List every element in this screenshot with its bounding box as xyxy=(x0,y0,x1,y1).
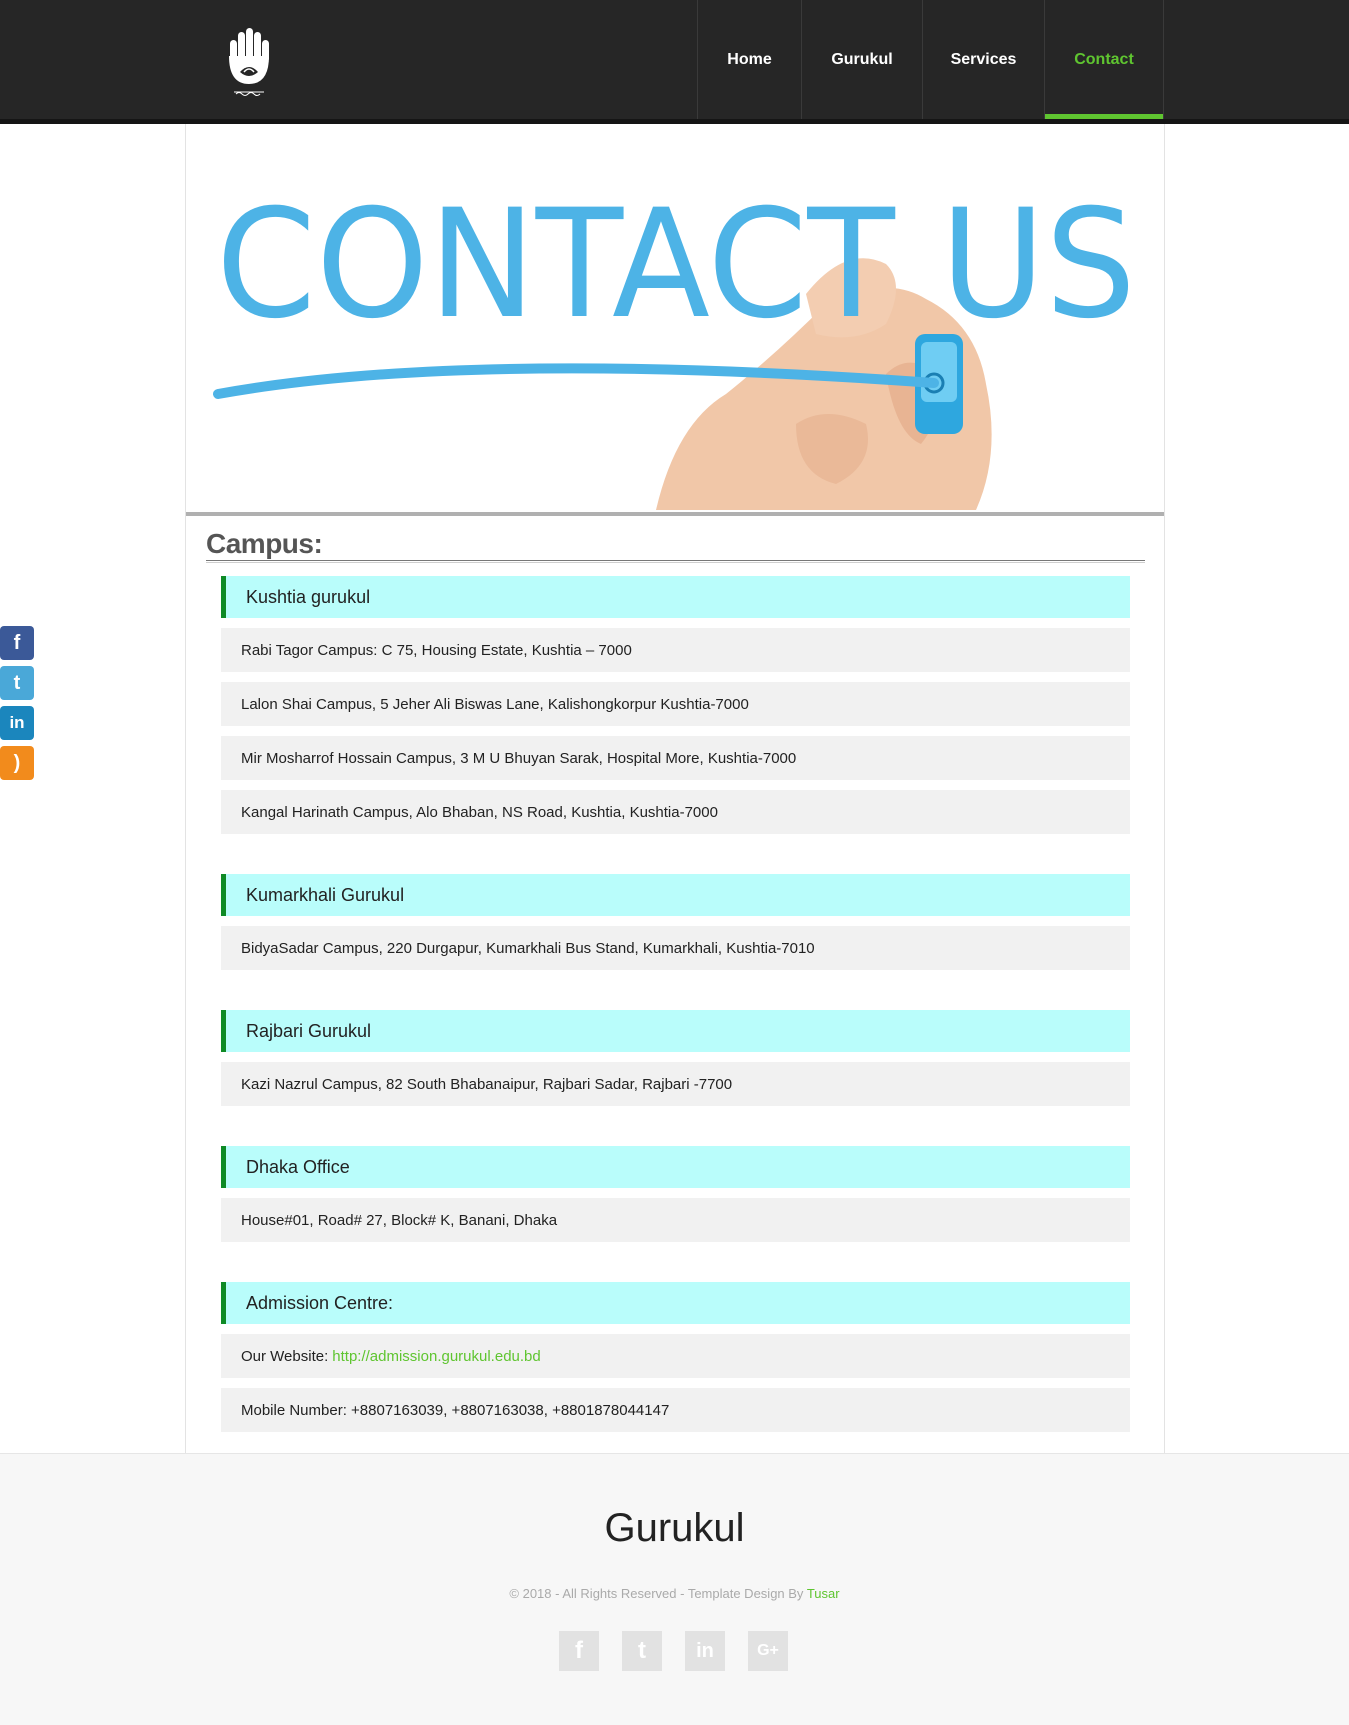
contact-us-heading: CONTACT US xyxy=(216,178,1136,352)
group-heading-kumarkhali: Kumarkhali Gurukul xyxy=(221,874,1130,916)
footer-title: Gurukul xyxy=(604,1506,745,1550)
main-nav: Home Gurukul Services Contact xyxy=(697,0,1164,119)
facebook-icon[interactable]: f xyxy=(0,626,34,660)
footer-copyright: © 2018 - All Rights Reserved - Template … xyxy=(0,1586,1349,1601)
footer-social-links: f t in G+ xyxy=(559,1631,788,1671)
nav-services[interactable]: Services xyxy=(923,0,1045,119)
rss-icon[interactable]: ) xyxy=(0,746,34,780)
facebook-icon[interactable]: f xyxy=(559,1631,599,1671)
mobile-row: Mobile Number: +8807163039, +8807163038,… xyxy=(221,1388,1130,1432)
hero-divider xyxy=(186,512,1164,516)
nav-contact[interactable]: Contact xyxy=(1045,0,1164,119)
admission-website-link[interactable]: http://admission.gurukul.edu.bd xyxy=(332,1348,540,1365)
address-row: Rabi Tagor Campus: C 75, Housing Estate,… xyxy=(221,628,1130,672)
side-social-bar: f t in ) xyxy=(0,626,36,786)
campus-title-underline xyxy=(206,560,1145,563)
group-heading-kushtia: Kushtia gurukul xyxy=(221,576,1130,618)
contact-us-banner: CONTACT US xyxy=(186,124,1164,510)
address-row: Lalon Shai Campus, 5 Jeher Ali Biswas La… xyxy=(221,682,1130,726)
twitter-icon[interactable]: t xyxy=(0,666,34,700)
site-footer: Gurukul © 2018 - All Rights Reserved - T… xyxy=(0,1453,1349,1725)
main-content: CONTACT US Campus: Kushtia gurukul Rabi … xyxy=(185,124,1165,1453)
linkedin-glyph: in xyxy=(696,1639,714,1662)
address-row: Kazi Nazrul Campus, 82 South Bhabanaipur… xyxy=(221,1062,1130,1106)
googleplus-icon[interactable]: G+ xyxy=(748,1631,788,1671)
linkedin-icon[interactable]: in xyxy=(0,706,34,740)
site-header: Home Gurukul Services Contact xyxy=(0,0,1349,124)
copyright-text: © 2018 - All Rights Reserved - Template … xyxy=(509,1586,804,1601)
website-row: Our Website: http://admission.gurukul.ed… xyxy=(221,1334,1130,1378)
twitter-glyph: t xyxy=(13,671,21,694)
group-heading-admission: Admission Centre: xyxy=(221,1282,1130,1324)
facebook-glyph: f xyxy=(13,631,21,654)
gurukul-hand-logo[interactable] xyxy=(226,26,272,98)
googleplus-glyph: G+ xyxy=(757,1642,779,1659)
linkedin-glyph: in xyxy=(9,713,25,732)
linkedin-icon[interactable]: in xyxy=(685,1631,725,1671)
campus-title: Campus: xyxy=(206,528,323,559)
twitter-icon[interactable]: t xyxy=(622,1631,662,1671)
group-heading-dhaka: Dhaka Office xyxy=(221,1146,1130,1188)
address-row: Kangal Harinath Campus, Alo Bhaban, NS R… xyxy=(221,790,1130,834)
group-heading-rajbari: Rajbari Gurukul xyxy=(221,1010,1130,1052)
twitter-glyph: t xyxy=(638,1637,646,1664)
address-row: House#01, Road# 27, Block# K, Banani, Dh… xyxy=(221,1198,1130,1242)
nav-gurukul[interactable]: Gurukul xyxy=(802,0,923,119)
rss-glyph: ) xyxy=(13,751,21,774)
website-label: Our Website: xyxy=(241,1347,329,1365)
address-row: BidyaSadar Campus, 220 Durgapur, Kumarkh… xyxy=(221,926,1130,970)
facebook-glyph: f xyxy=(575,1637,583,1664)
address-row: Mir Mosharrof Hossain Campus, 3 M U Bhuy… xyxy=(221,736,1130,780)
nav-home[interactable]: Home xyxy=(698,0,802,119)
author-link[interactable]: Tusar xyxy=(807,1586,840,1601)
